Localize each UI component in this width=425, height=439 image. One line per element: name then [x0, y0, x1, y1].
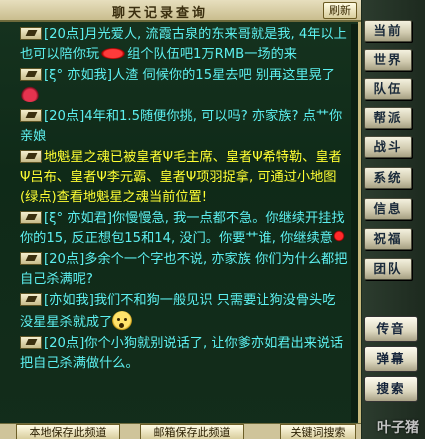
channel-badge-icon[interactable] [20, 109, 42, 122]
crab-emoji-icon [20, 86, 40, 102]
title-bar: 聊天记录查询 刷新 [0, 0, 361, 22]
tab-battle[interactable]: 战斗 [364, 136, 412, 158]
channel-badge-icon[interactable] [20, 211, 42, 224]
tab-blessing[interactable]: 祝福 [364, 228, 412, 250]
smiley-emoji-icon [112, 311, 133, 331]
danmaku-button[interactable]: 弹幕 [364, 346, 418, 372]
mail-save-button[interactable]: 邮箱保存此频道 [140, 424, 244, 439]
whisper-button[interactable]: 传音 [364, 316, 418, 342]
bottom-toolbar: 本地保存此频道 邮箱保存此频道 关键词搜索 [0, 423, 361, 439]
channel-badge-icon[interactable] [20, 336, 42, 349]
chat-message: [20点]你个小狗就别说话了, 让你爹亦如君出来说话 把自己杀满做什么。 [20, 336, 344, 371]
search-button[interactable]: 搜索 [364, 376, 418, 402]
channel-badge-icon[interactable] [20, 252, 42, 265]
tab-team[interactable]: 队伍 [364, 78, 412, 100]
tab-info[interactable]: 信息 [364, 198, 412, 220]
tab-guild[interactable]: 帮派 [364, 107, 412, 129]
channel-badge-icon[interactable] [20, 293, 42, 306]
chat-scrollbar[interactable] [351, 24, 358, 422]
tab-world[interactable]: 世界 [364, 49, 412, 71]
system-announcement: 地魁星之魂已被皇者Ψ毛主席、皇者Ψ希特勒、皇者Ψ吕布、皇者Ψ李元霸、皇者Ψ项羽捉… [20, 150, 342, 205]
tab-current[interactable]: 当前 [364, 20, 412, 42]
rose-icon [332, 230, 345, 242]
chat-message: [20点]多余个一个字也不说, 亦家族 你们为什么都把自己杀满呢? [20, 252, 348, 287]
tab-group[interactable]: 团队 [364, 258, 412, 280]
keyword-search-button[interactable]: 关键词搜索 [280, 424, 356, 439]
chat-message: [20点]月光爱人, 流霞古泉的东来哥就是我, 4年以上也可以陪你玩 组个队伍吧1… [20, 27, 347, 62]
chat-log-panel: 聊天记录查询 刷新 [20点]月光爱人, 流霞古泉的东来哥就是我, 4年以上也可… [0, 0, 361, 439]
chat-message-list[interactable]: [20点]月光爱人, 流霞古泉的东来哥就是我, 4年以上也可以陪你玩 组个队伍吧1… [4, 24, 353, 422]
channel-badge-icon[interactable] [20, 150, 42, 163]
refresh-button[interactable]: 刷新 [323, 2, 357, 19]
tab-system[interactable]: 系统 [364, 167, 412, 189]
channel-side-menu: 当前 世界 队伍 帮派 战斗 系统 信息 祝福 团队 传音 弹幕 搜索 [362, 0, 425, 439]
lips-emoji-icon [99, 47, 128, 59]
channel-badge-icon[interactable] [20, 68, 42, 81]
channel-badge-icon[interactable] [20, 27, 42, 40]
chat-message: [ξ° 亦如我]人渣 伺候你的15星去吧 别再这里晃了 [4, 65, 353, 106]
chat-message: [20点]4年和1.5随便你挑, 可以吗? 亦家族? 点艹你亲娘 [20, 109, 343, 144]
chat-message: [ξ° 亦如君]你慢慢急, 我一点都不急。你继续开挂找你的15, 反正想包15和… [20, 211, 345, 246]
watermark-logo: 叶子猪 [377, 420, 419, 436]
window-title: 聊天记录查询 [111, 6, 208, 21]
local-save-button[interactable]: 本地保存此频道 [16, 424, 120, 439]
chat-message: [亦如我]我们不和狗一般见识 只需要让狗没骨头吃 没星星杀就成了 [20, 293, 336, 331]
